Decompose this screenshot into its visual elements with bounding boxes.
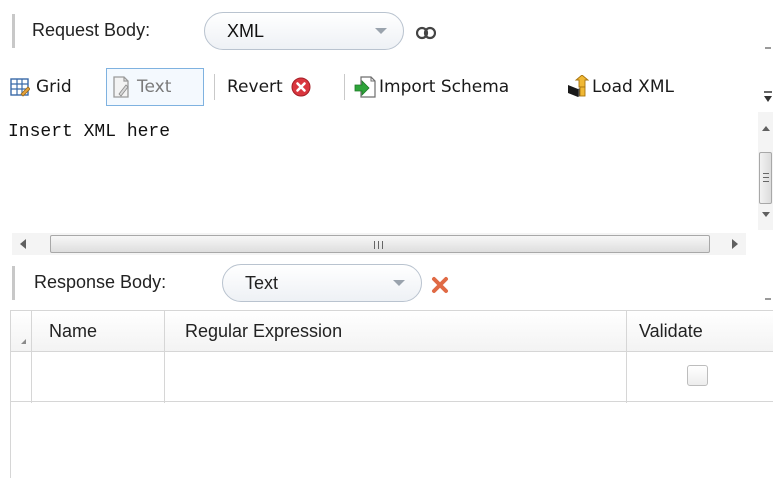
response-format-value: Text [245,272,279,293]
resize-handle[interactable] [765,47,771,49]
drag-grip[interactable] [12,266,15,300]
import-schema-button[interactable]: Import Schema [354,68,509,106]
request-format-value: XML [227,20,265,41]
grid-view-button[interactable]: Grid [10,68,72,106]
text-view-button[interactable]: Text [106,68,204,106]
scroll-up-icon[interactable] [762,126,770,131]
link-icon[interactable] [416,26,436,40]
load-upload-icon [568,75,590,97]
cell-name[interactable] [32,353,163,401]
column-divider [626,311,627,403]
editor-content[interactable]: Insert XML here [8,122,170,142]
column-header-regex[interactable]: Regular Expression [185,321,342,342]
import-schema-label: Import Schema [379,77,510,97]
request-toolbar: Grid Text Revert Import Schema Load XML [0,64,773,110]
text-document-icon [113,76,129,98]
toolbar-overflow-icon[interactable] [763,90,773,104]
revert-label: Revert [227,77,283,97]
response-body-label: Response Body: [34,272,167,292]
column-header-name[interactable]: Name [49,321,97,342]
red-x-circle-icon [291,77,311,97]
scroll-left-icon[interactable] [20,239,26,249]
cell-regex[interactable] [165,353,625,401]
row-divider [11,401,773,402]
load-xml-button[interactable]: Load XML [566,68,674,106]
chevron-down-icon [375,28,387,34]
text-view-label: Text [137,77,172,97]
horizontal-scrollbar[interactable] [12,233,746,255]
response-format-select[interactable]: Text [222,264,422,302]
response-body-header: Response Body: Text [0,256,773,310]
toolbar-divider [214,74,215,100]
horizontal-scroll-thumb[interactable] [50,235,710,253]
load-xml-label: Load XML [592,77,674,97]
validate-checkbox[interactable] [687,365,708,386]
grid-view-label: Grid [36,77,72,97]
request-body-label: Request Body: [32,20,151,40]
column-header-validate[interactable]: Validate [639,321,703,342]
toolbar-divider [344,74,345,100]
vertical-scrollbar[interactable] [758,112,773,230]
grid-table-icon [10,78,30,97]
resize-handle[interactable] [765,298,771,300]
xml-editor[interactable]: Insert XML here [0,110,760,232]
regex-table: Name Regular Expression Validate [10,310,773,478]
table-header: Name Regular Expression Validate [11,311,773,352]
scroll-down-icon[interactable] [762,212,770,217]
corner-resize-icon [21,339,26,344]
request-body-header: Request Body: XML [0,0,773,64]
request-format-select[interactable]: XML [204,12,404,50]
clear-x-icon[interactable] [431,276,449,294]
chevron-down-icon [393,280,405,286]
green-import-arrow-icon [354,76,376,98]
drag-grip[interactable] [12,14,15,48]
scroll-right-icon[interactable] [732,239,738,249]
revert-button[interactable]: Revert [227,68,311,106]
vertical-scroll-thumb[interactable] [759,152,772,204]
